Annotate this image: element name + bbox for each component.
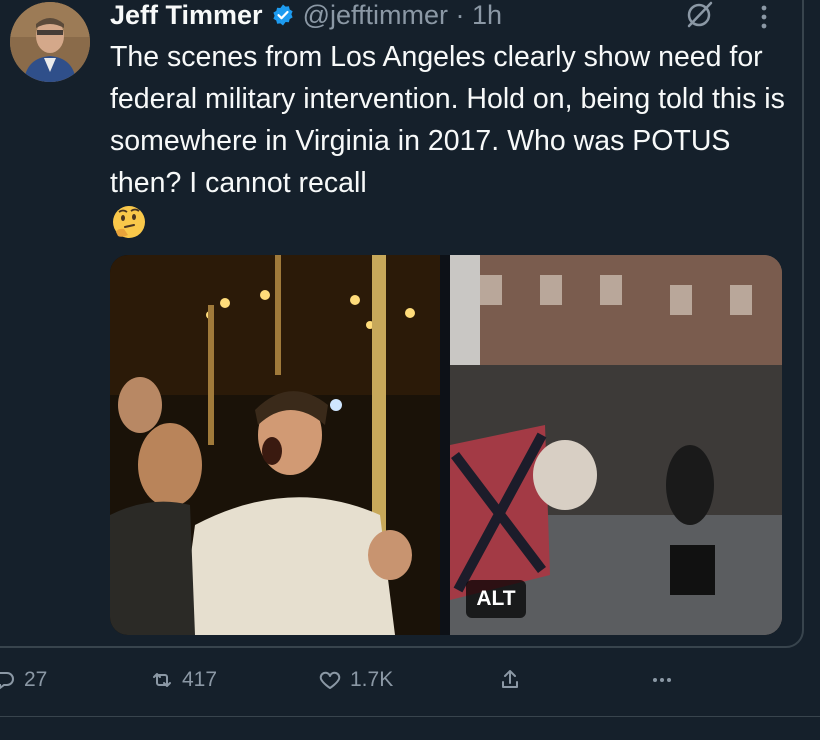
like-count: 1.7K: [350, 668, 394, 691]
like-button[interactable]: 1.7K: [318, 660, 393, 700]
repost-button[interactable]: 417: [150, 660, 217, 700]
grok-icon[interactable]: [684, 0, 714, 30]
author-name[interactable]: Jeff Timmer: [110, 0, 263, 31]
media-gallery[interactable]: [110, 255, 782, 635]
more-options-icon[interactable]: [752, 2, 776, 32]
reply-icon: [0, 672, 14, 690]
action-bar: 27 417 1.7K: [0, 660, 820, 700]
author-avatar[interactable]: [10, 2, 90, 82]
share-button[interactable]: [498, 660, 530, 700]
repost-count: 417: [182, 668, 218, 691]
verified-badge-icon: [272, 4, 293, 26]
more-horizontal-icon: [653, 678, 671, 682]
share-icon: [502, 670, 518, 688]
feed-divider: [0, 716, 820, 717]
more-actions-button[interactable]: [650, 660, 682, 700]
avatar-photo: [10, 2, 90, 82]
thinking-face-icon: [113, 206, 145, 238]
author-handle-timestamp[interactable]: @jefftimmer · 1h: [303, 0, 502, 31]
reply-button[interactable]: 27: [0, 660, 47, 700]
heart-icon: [319, 671, 341, 689]
post-header: Jeff Timmer @jefftimmer · 1h: [110, 0, 502, 30]
reply-count: 27: [24, 668, 48, 691]
crowd-street-photo[interactable]: [450, 255, 782, 635]
alt-text-badge[interactable]: ALT: [466, 580, 526, 618]
repost-icon: [153, 673, 171, 687]
post-text: The scenes from Los Angeles clearly show…: [110, 41, 785, 199]
torch-rally-photo[interactable]: [110, 255, 440, 635]
